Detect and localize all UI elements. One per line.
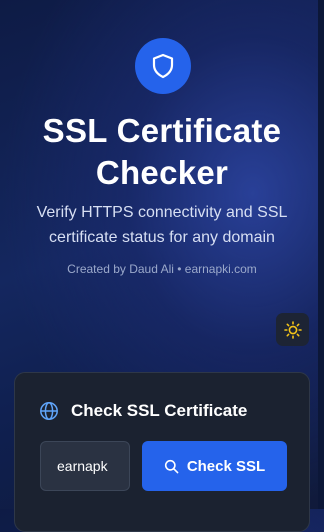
page-edge	[318, 0, 324, 509]
domain-input[interactable]	[40, 441, 130, 491]
card-header: Check SSL Certificate	[39, 401, 247, 421]
theme-toggle-button[interactable]	[276, 313, 309, 346]
sun-icon	[283, 320, 302, 339]
check-ssl-label: Check SSL	[186, 457, 266, 475]
card-title: Check SSL Certificate	[71, 401, 248, 420]
search-icon	[164, 459, 179, 473]
shield-icon	[152, 53, 174, 79]
page-title: SSL Certificate Checker	[42, 112, 282, 191]
credit-text: Created by Daud Ali • earnapki.com	[67, 262, 257, 276]
globe-icon	[40, 402, 58, 420]
ssl-check-card: Check SSL Certificate Check SSL	[14, 372, 310, 532]
page-subtitle: Verify HTTPS connectivity and SSL certif…	[36, 204, 288, 246]
logo-badge	[135, 38, 191, 94]
check-ssl-button[interactable]: Check SSL	[142, 441, 287, 491]
